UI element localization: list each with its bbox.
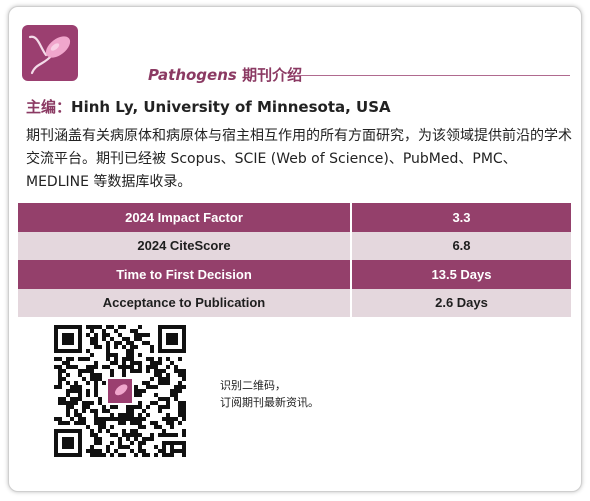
title-divider <box>290 75 570 76</box>
metrics-table: 2024 Impact Factor 3.3 2024 CiteScore 6.… <box>18 203 571 317</box>
metric-row: 2024 Impact Factor 3.3 <box>18 203 571 232</box>
metric-value: 6.8 <box>351 231 571 260</box>
editor-label: 主编： <box>26 98 72 116</box>
metric-value: 2.6 Days <box>351 288 571 317</box>
qr-caption-line2: 订阅期刊最新资讯。 <box>220 396 319 409</box>
qr-code-icon <box>54 325 186 457</box>
subscribe-qr-code[interactable] <box>54 325 186 457</box>
qr-caption-line1: 识别二维码， <box>220 379 286 392</box>
metric-row: Acceptance to Publication 2.6 Days <box>18 288 571 317</box>
bacterium-icon <box>28 35 71 75</box>
journal-name: Pathogens <box>148 66 237 84</box>
metric-row: Time to First Decision 13.5 Days <box>18 260 571 289</box>
metric-value: 3.3 <box>351 203 571 232</box>
metric-row: 2024 CiteScore 6.8 <box>18 231 571 260</box>
journal-description: 期刊涵盖有关病原体和病原体与宿主相互作用的所有方面研究，为该领域提供前沿的学术交… <box>26 128 572 190</box>
metric-name: 2024 Impact Factor <box>18 203 352 232</box>
metric-value: 13.5 Days <box>351 260 571 289</box>
editor-value: Hinh Ly, University of Minnesota, USA <box>71 98 391 116</box>
metric-name: Time to First Decision <box>18 260 352 289</box>
journal-title: Pathogens 期刊介绍 <box>148 64 302 85</box>
journal-logo <box>22 25 78 81</box>
metric-name: 2024 CiteScore <box>18 231 352 260</box>
qr-caption: 识别二维码， 订阅期刊最新资讯。 <box>220 377 319 411</box>
metric-name: Acceptance to Publication <box>18 288 352 317</box>
editor-line: 主编：Hinh Ly, University of Minnesota, USA <box>26 96 391 117</box>
